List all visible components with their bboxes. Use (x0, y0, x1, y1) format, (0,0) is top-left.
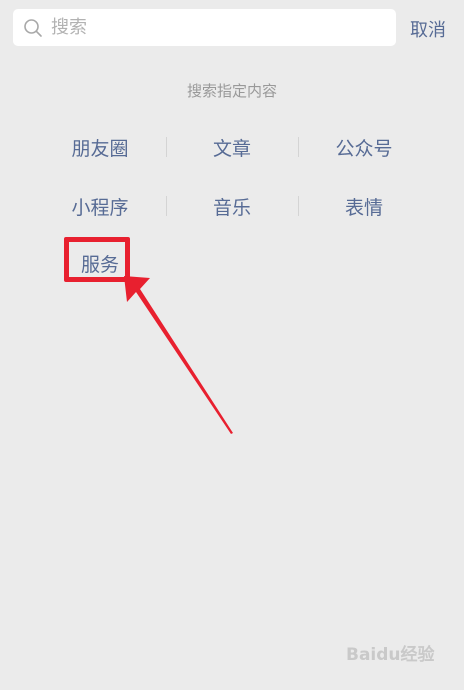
annotation-arrow (124, 276, 233, 434)
baidu-watermark: Baidu经验 (346, 645, 435, 665)
